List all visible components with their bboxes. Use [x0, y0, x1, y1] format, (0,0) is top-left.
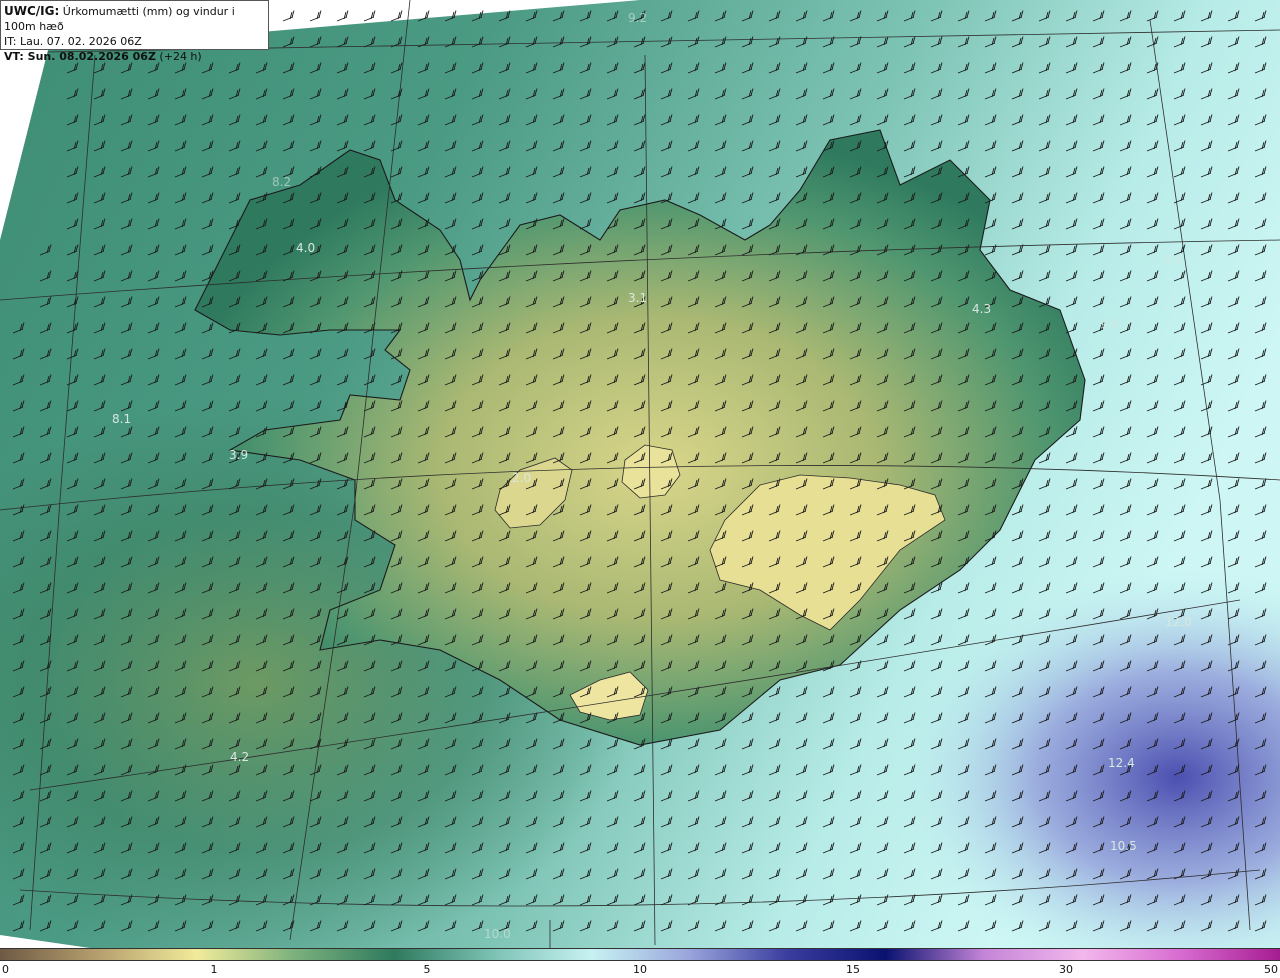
- map-value-label: 10.0: [484, 927, 511, 941]
- map-value-label: 3.1: [628, 291, 647, 305]
- issue-time: IT: Lau. 07. 02. 2026 06Z: [4, 35, 142, 48]
- colorbar-tick: 15: [846, 963, 860, 976]
- precipitation-wind-map[interactable]: 4.0 3.1 4.3 8.1 3.9 2.0 4.2 12.0 12.4 10…: [0, 0, 1280, 948]
- colorbar-tick: 30: [1059, 963, 1073, 976]
- map-value-label: 8.2: [272, 175, 291, 189]
- map-value-label: 3.9: [229, 448, 248, 462]
- colorbar-tick: 5: [423, 963, 431, 976]
- map-value-label: 8.0: [1164, 253, 1183, 267]
- map-title-box: UWC/IG: Úrkomumætti (mm) og vindur i 100…: [0, 0, 269, 63]
- colorbar-tick: 10: [633, 963, 647, 976]
- map-value-label: 12.0: [1165, 615, 1192, 629]
- map-value-label: 2.0: [512, 471, 531, 485]
- colorbar-tick: 0: [2, 963, 9, 976]
- colorbar-strip: [0, 948, 1280, 961]
- map-value-label: 4.0: [296, 241, 315, 255]
- precipitation-colorbar: 0 1 5 10 15 30 50: [0, 948, 1280, 978]
- map-value-label: 12.4: [1108, 756, 1135, 770]
- valid-time: VT: Sun. 08.02.2026 06Z: [4, 50, 156, 63]
- map-value-label: 4.2: [230, 750, 249, 764]
- colorbar-tick: 1: [210, 963, 218, 976]
- map-value-label: 10.5: [1110, 839, 1137, 853]
- map-value-label: 8.1: [112, 412, 131, 426]
- map-value-label: 9.0: [1100, 317, 1119, 331]
- map-value-label: 9.2: [628, 11, 647, 25]
- colorbar-tick: 50: [1264, 963, 1278, 976]
- map-value-label: 4.3: [972, 302, 991, 316]
- model-tag: UWC/IG:: [4, 4, 60, 18]
- lead-time: (+24 h): [155, 50, 202, 63]
